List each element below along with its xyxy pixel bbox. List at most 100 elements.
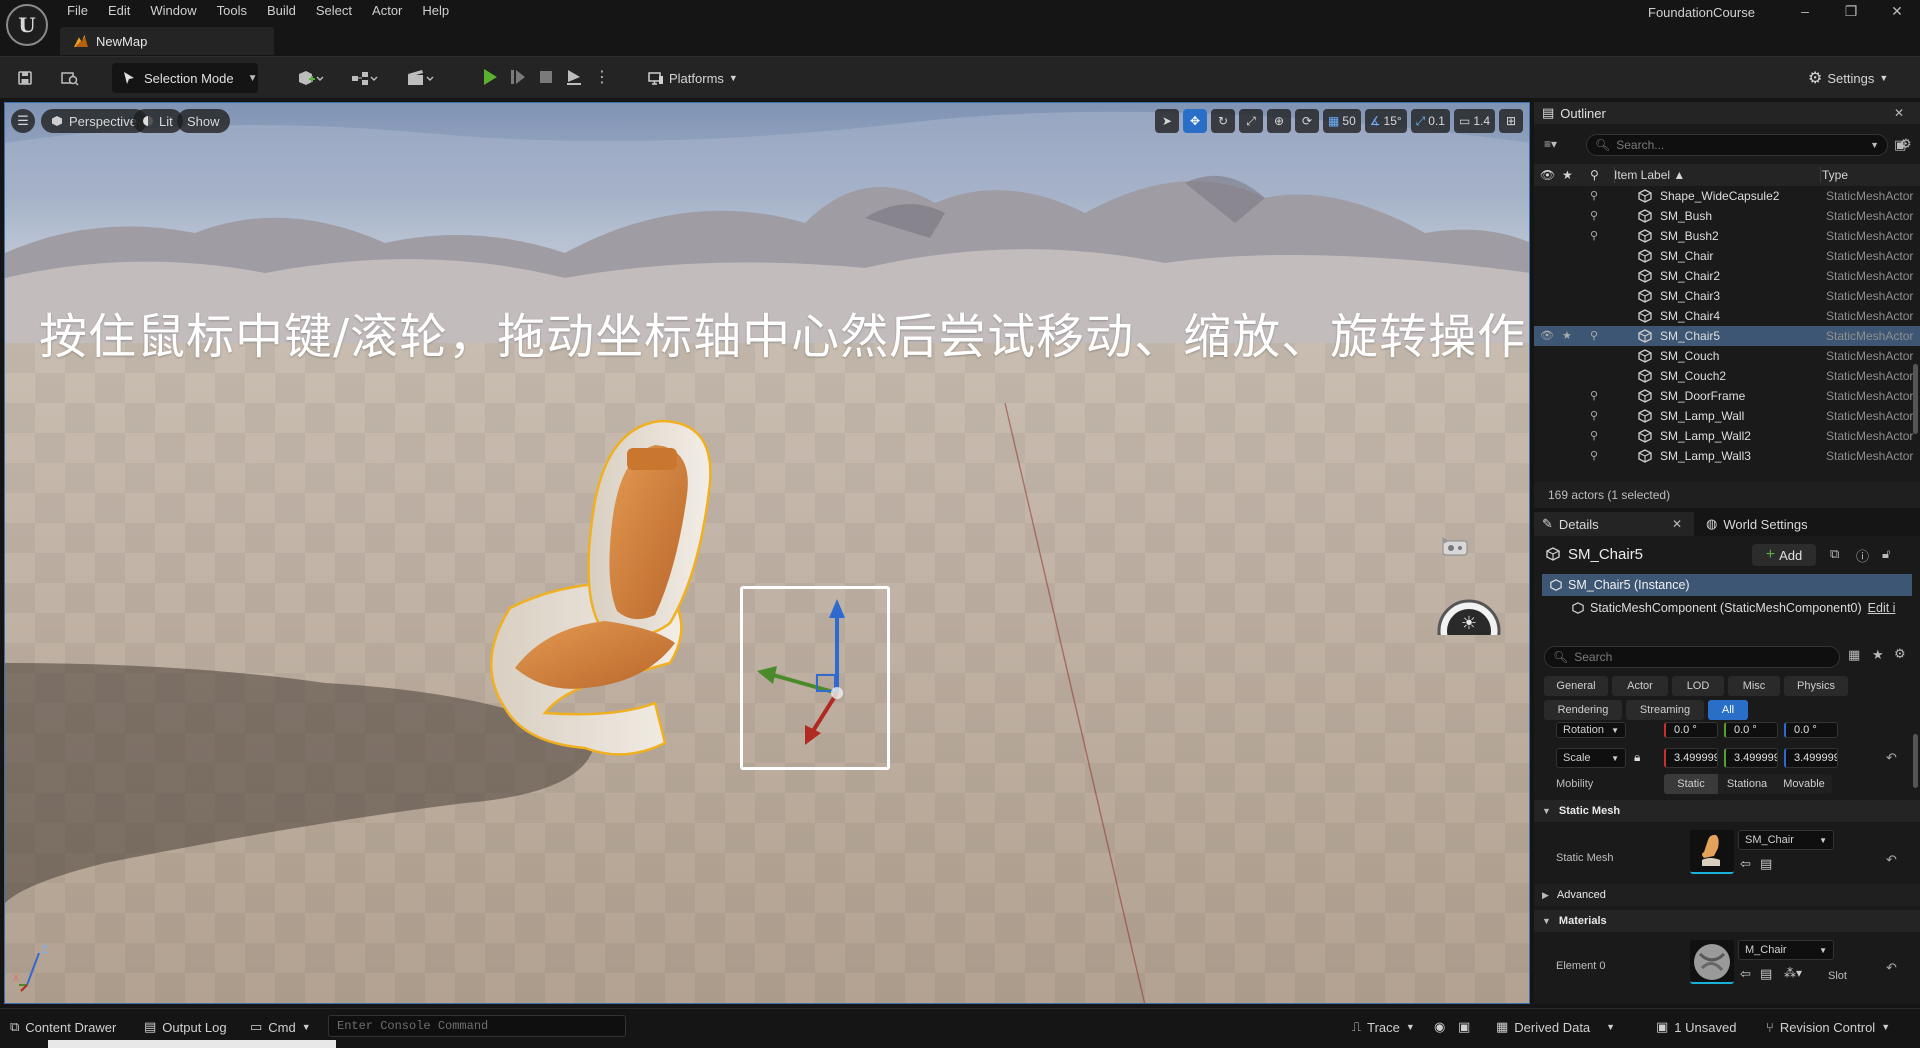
- rotation-dropdown[interactable]: Rotation ▼: [1556, 722, 1626, 738]
- unreal-engine-logo-icon[interactable]: U: [6, 4, 48, 46]
- advanced-section[interactable]: ▶ Advanced: [1534, 884, 1920, 906]
- outliner-row[interactable]: ⚲ SM_Lamp_Wall3 StaticMeshActor: [1534, 446, 1920, 466]
- material-thumbnail[interactable]: [1690, 940, 1734, 984]
- outliner-search-input[interactable]: 🔍︎ Search... ▼: [1586, 134, 1888, 156]
- blueprint-add-icon[interactable]: ⧉: [1830, 546, 1839, 562]
- outliner-row[interactable]: SM_Couch StaticMeshActor: [1534, 346, 1920, 366]
- add-actor-icon[interactable]: [292, 66, 328, 90]
- screenshot-icon[interactable]: ▣: [1458, 1017, 1470, 1037]
- reset-icon[interactable]: ↶: [1886, 852, 1897, 868]
- outliner-row[interactable]: ⚲ SM_Bush StaticMeshActor: [1534, 206, 1920, 226]
- gear-icon[interactable]: ⚙: [1900, 136, 1912, 152]
- menu-build[interactable]: Build: [258, 0, 307, 24]
- close-icon[interactable]: ✕: [1672, 517, 1682, 531]
- level-tab[interactable]: NewMap: [60, 27, 274, 55]
- add-component-button[interactable]: + Add: [1752, 544, 1816, 566]
- browse-folder-icon[interactable]: ▤: [1760, 856, 1772, 872]
- rotation-z-field[interactable]: 0.0 °: [1784, 722, 1838, 738]
- star-icon[interactable]: ★: [1562, 329, 1572, 342]
- filter-misc[interactable]: Misc: [1728, 676, 1780, 696]
- mobility-stationary[interactable]: Stationa: [1718, 774, 1776, 794]
- cinematics-icon[interactable]: [402, 66, 438, 90]
- browse-arrow-icon[interactable]: ⇦: [1740, 856, 1751, 872]
- star-icon[interactable]: ★: [1562, 168, 1573, 182]
- scale-icon[interactable]: ⤢: [1239, 109, 1264, 133]
- type-column[interactable]: Type: [1822, 168, 1848, 182]
- play-icon[interactable]: [480, 66, 500, 88]
- gear-icon[interactable]: ⚙: [1894, 646, 1906, 662]
- lock-icon[interactable]: 🔒︎: [1634, 750, 1640, 765]
- scale-x-field[interactable]: 3.499999: [1664, 748, 1718, 768]
- star-icon[interactable]: ★: [1872, 647, 1884, 663]
- details-tab[interactable]: ✎ Details ✕: [1534, 512, 1694, 536]
- outliner-row[interactable]: SM_Chair StaticMeshActor: [1534, 246, 1920, 266]
- filter-all[interactable]: All: [1708, 700, 1748, 720]
- browse-folder-icon[interactable]: ▤: [1760, 966, 1772, 982]
- browse-arrow-icon[interactable]: ⇦: [1740, 966, 1751, 982]
- menu-window[interactable]: Window: [141, 0, 207, 24]
- pin-icon[interactable]: ⚲: [1590, 209, 1598, 222]
- pin-icon[interactable]: ⚲: [1590, 189, 1598, 202]
- materials-section[interactable]: ▼ Materials: [1534, 910, 1920, 932]
- material-dropdown[interactable]: M_Chair ▼: [1738, 940, 1834, 960]
- revision-control-dropdown[interactable]: ⑂ Revision Control ▼: [1766, 1017, 1890, 1037]
- static-mesh-dropdown[interactable]: SM_Chair ▼: [1738, 830, 1834, 850]
- outliner-row[interactable]: SM_Couch2 StaticMeshActor: [1534, 366, 1920, 386]
- content-browse-icon[interactable]: [58, 66, 82, 90]
- world-settings-tab[interactable]: ◍ World Settings: [1698, 512, 1858, 536]
- mobility-movable[interactable]: Movable: [1776, 774, 1832, 794]
- platforms-button[interactable]: Platforms ▼: [648, 66, 738, 90]
- filter-icon[interactable]: ≡▾: [1544, 137, 1557, 151]
- surface-snap-icon[interactable]: ⟳: [1295, 109, 1320, 133]
- save-icon[interactable]: [14, 66, 36, 90]
- trace-dropdown[interactable]: ⎍ Trace ▼: [1352, 1017, 1415, 1037]
- viewport-scene[interactable]: [5, 103, 1530, 1004]
- mobility-static[interactable]: Static: [1664, 774, 1718, 794]
- console-command-input[interactable]: Enter Console Command: [328, 1015, 626, 1037]
- lit-button[interactable]: Lit: [133, 109, 183, 133]
- scale-snap-toggle[interactable]: ⤢ 0.1: [1410, 109, 1450, 133]
- rotate-icon[interactable]: ↻: [1211, 109, 1236, 133]
- item-label-column[interactable]: Item Label ▲: [1614, 168, 1685, 182]
- maximize-viewport-icon[interactable]: ⊞: [1499, 109, 1523, 133]
- pin-icon[interactable]: ⚲: [1590, 409, 1598, 422]
- blueprint-icon[interactable]: [346, 66, 382, 90]
- menu-actor[interactable]: Actor: [363, 0, 413, 24]
- outliner-row[interactable]: ⚲ SM_Lamp_Wall StaticMeshActor: [1534, 406, 1920, 426]
- selection-mode-dropdown[interactable]: Selection Mode ▼: [112, 63, 258, 93]
- details-search-input[interactable]: 🔍︎ Search: [1544, 646, 1840, 668]
- camera-speed-button[interactable]: ▭ 1.4: [1453, 109, 1495, 133]
- minimize-icon[interactable]: –: [1782, 0, 1828, 24]
- pin-icon[interactable]: ⚲: [1590, 429, 1598, 442]
- outliner-scrollbar[interactable]: [1913, 364, 1918, 434]
- sky-atmosphere-icon[interactable]: ☀: [1437, 595, 1501, 635]
- outliner-row[interactable]: SM_Chair4 StaticMeshActor: [1534, 306, 1920, 326]
- record-icon[interactable]: ◉: [1434, 1017, 1445, 1037]
- close-icon[interactable]: ✕: [1894, 106, 1904, 120]
- output-log-button[interactable]: ▤ Output Log: [144, 1017, 227, 1037]
- stop-icon[interactable]: [536, 66, 556, 88]
- menu-edit[interactable]: Edit: [99, 0, 141, 24]
- filter-general[interactable]: General: [1544, 676, 1608, 696]
- reset-icon[interactable]: ↶: [1886, 960, 1897, 976]
- settings-button[interactable]: ⚙ Settings ▼: [1808, 66, 1888, 90]
- help-icon[interactable]: ⓘ: [1856, 546, 1869, 565]
- restore-icon[interactable]: ❐: [1828, 0, 1874, 24]
- select-mode-icon[interactable]: ➤: [1155, 109, 1180, 133]
- scale-dropdown[interactable]: Scale ▼: [1556, 748, 1626, 768]
- component-instance-row[interactable]: SM_Chair5 (Instance): [1542, 574, 1912, 596]
- pin-icon[interactable]: ⚲: [1590, 329, 1598, 342]
- pin-icon[interactable]: ⚲: [1590, 449, 1598, 462]
- outliner-row[interactable]: SM_Chair3 StaticMeshActor: [1534, 286, 1920, 306]
- rotation-snap-toggle[interactable]: ∡ 15°: [1364, 109, 1407, 133]
- unsaved-button[interactable]: ▣ 1 Unsaved: [1656, 1017, 1736, 1037]
- filter-streaming[interactable]: Streaming: [1626, 700, 1704, 720]
- world-space-icon[interactable]: ⊕: [1267, 109, 1292, 133]
- close-icon[interactable]: ✕: [1874, 0, 1920, 24]
- edit-link[interactable]: Edit i: [1868, 601, 1896, 615]
- rotation-x-field[interactable]: 0.0 °: [1664, 722, 1718, 738]
- eye-icon[interactable]: 👁︎: [1540, 329, 1554, 342]
- menu-tools[interactable]: Tools: [208, 0, 258, 24]
- material-options-icon[interactable]: ⁂▾: [1784, 966, 1802, 980]
- outliner-tab[interactable]: ▤ Outliner ✕: [1534, 102, 1920, 124]
